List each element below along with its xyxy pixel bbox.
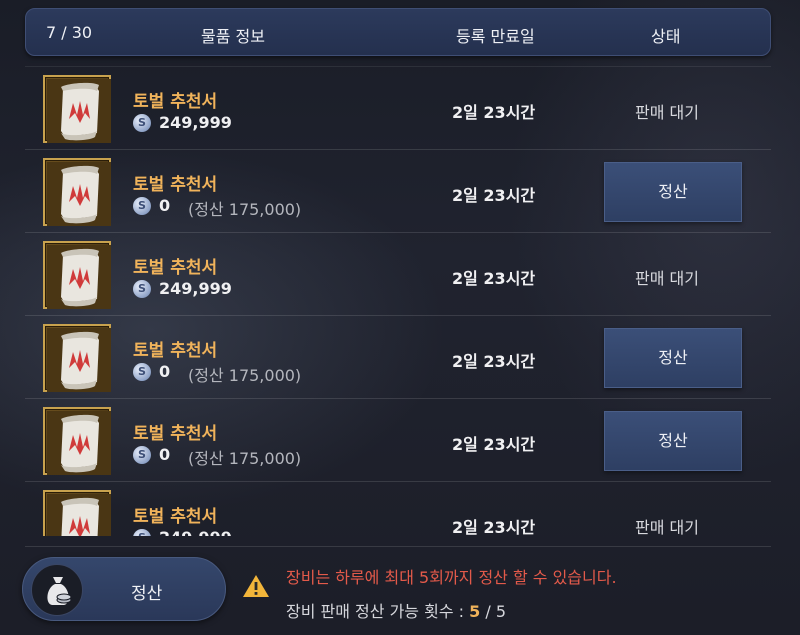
settle-amount-note: (정산 175,000) bbox=[188, 449, 302, 468]
list-item[interactable]: 토벌 추천서 S 249,999 2일 23시간 판매 대기 bbox=[25, 481, 771, 536]
expire-time: 2일 23시간 bbox=[452, 352, 536, 371]
settle-amount-note: (정산 175,000) bbox=[188, 366, 302, 385]
scroll-item-icon bbox=[43, 241, 111, 309]
scroll-item-icon bbox=[43, 324, 111, 392]
status-label: 판매 대기 bbox=[635, 103, 699, 122]
list-header: 7 / 30 물품 정보 등록 만료일 상태 bbox=[25, 8, 771, 56]
list-item[interactable]: 토벌 추천서 S 0 (정산 175,000) 2일 23시간 정산 bbox=[25, 149, 771, 232]
silver-coin-icon: S bbox=[133, 363, 151, 381]
expire-time: 2일 23시간 bbox=[452, 103, 536, 122]
list-item[interactable]: 토벌 추천서 S 0 (정산 175,000) 2일 23시간 정산 bbox=[25, 398, 771, 481]
scroll-item-icon bbox=[43, 407, 111, 475]
expire-time: 2일 23시간 bbox=[452, 269, 536, 288]
expire-time: 2일 23시간 bbox=[452, 518, 536, 536]
price-value: 0 bbox=[159, 362, 171, 381]
silver-coin-icon: S bbox=[133, 197, 151, 215]
settle-button[interactable]: 정산 bbox=[604, 411, 742, 471]
silver-coin-icon: S bbox=[133, 529, 151, 536]
settle-count-current: 5 bbox=[469, 602, 481, 621]
divider bbox=[25, 546, 771, 547]
settle-count-line: 장비 판매 정산 가능 횟수 : 5 / 5 bbox=[286, 598, 506, 622]
settle-amount-note: (정산 175,000) bbox=[188, 200, 302, 219]
money-bag-icon bbox=[31, 564, 83, 616]
item-name: 토벌 추천서 bbox=[133, 92, 218, 112]
item-name: 토벌 추천서 bbox=[133, 424, 218, 444]
listing-list[interactable]: 토벌 추천서 S 249,999 2일 23시간 판매 대기 토벌 추천서 S 0 (정산 17… bbox=[25, 66, 771, 536]
silver-coin-icon: S bbox=[133, 114, 151, 132]
scroll-item-icon bbox=[43, 490, 111, 536]
settle-count-separator: / bbox=[480, 602, 496, 621]
settle-all-button[interactable]: 정산 bbox=[22, 557, 226, 621]
price-value: 249,999 bbox=[159, 279, 232, 298]
item-count: 7 / 30 bbox=[46, 23, 93, 42]
warning-icon bbox=[243, 575, 269, 597]
status-label: 판매 대기 bbox=[635, 518, 699, 536]
price-value: 249,999 bbox=[159, 113, 232, 132]
item-name: 토벌 추천서 bbox=[133, 507, 218, 527]
column-item-info: 물품 정보 bbox=[201, 27, 265, 46]
item-name: 토벌 추천서 bbox=[133, 341, 218, 361]
price-value: 0 bbox=[159, 196, 171, 215]
column-status: 상태 bbox=[651, 27, 681, 46]
item-name: 토벌 추천서 bbox=[133, 258, 218, 278]
status-label: 판매 대기 bbox=[635, 269, 699, 288]
list-item[interactable]: 토벌 추천서 S 0 (정산 175,000) 2일 23시간 정산 bbox=[25, 315, 771, 398]
settle-count-label: 장비 판매 정산 가능 횟수 : bbox=[286, 602, 470, 621]
settle-button[interactable]: 정산 bbox=[604, 162, 742, 222]
scroll-item-icon bbox=[43, 75, 111, 143]
price-value: 249,999 bbox=[159, 528, 232, 536]
silver-coin-icon: S bbox=[133, 446, 151, 464]
item-name: 토벌 추천서 bbox=[133, 175, 218, 195]
scroll-item-icon bbox=[43, 158, 111, 226]
list-item[interactable]: 토벌 추천서 S 249,999 2일 23시간 판매 대기 bbox=[25, 232, 771, 315]
list-item[interactable]: 토벌 추천서 S 249,999 2일 23시간 판매 대기 bbox=[25, 66, 771, 149]
expire-time: 2일 23시간 bbox=[452, 435, 536, 454]
settle-count-max: 5 bbox=[495, 602, 506, 621]
expire-time: 2일 23시간 bbox=[452, 186, 536, 205]
price-value: 0 bbox=[159, 445, 171, 464]
silver-coin-icon: S bbox=[133, 280, 151, 298]
settle-all-label: 정산 bbox=[131, 584, 163, 604]
settle-limit-warning: 장비는 하루에 최대 5회까지 정산 할 수 있습니다. bbox=[286, 568, 617, 587]
settle-button[interactable]: 정산 bbox=[604, 328, 742, 388]
column-expire-date: 등록 만료일 bbox=[456, 27, 535, 46]
